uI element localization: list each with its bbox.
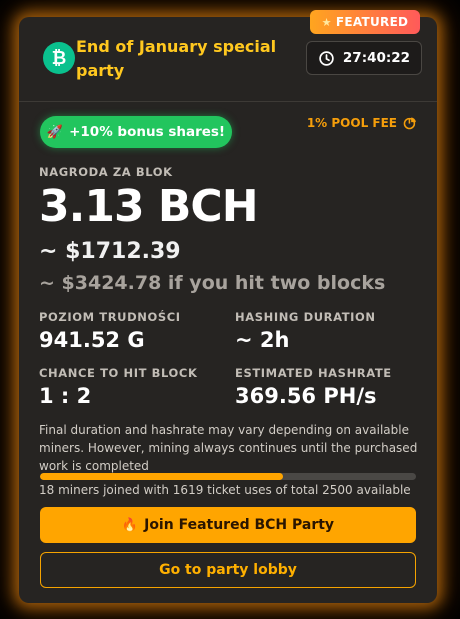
party-lobby-button[interactable]: Go to party lobby xyxy=(40,552,416,588)
star-icon: ★ xyxy=(321,15,332,29)
difficulty-value: 941.52 G xyxy=(39,328,145,352)
bonus-badge: 🚀 +10% bonus shares! xyxy=(40,116,232,148)
fire-icon: 🔥 xyxy=(121,517,139,533)
hashrate-label: ESTIMATED HASHRATE xyxy=(235,366,392,380)
duration-label: HASHING DURATION xyxy=(235,310,376,324)
timer-value: 27:40:22 xyxy=(342,50,411,66)
countdown-timer: 27:40:22 xyxy=(306,41,422,75)
pie-chart-icon xyxy=(403,117,416,130)
reward-label: NAGRODA ZA BLOK xyxy=(39,165,173,179)
chance-value: 1 : 2 xyxy=(39,384,92,408)
ticket-progress-bar xyxy=(40,473,416,480)
reward-usd: ~ $1712.39 xyxy=(39,239,181,264)
featured-label: FEATURED xyxy=(335,15,409,29)
clock-icon xyxy=(319,50,334,66)
ticket-progress-fill xyxy=(40,473,284,480)
coin-symbol: ₿ xyxy=(51,47,67,69)
pool-fee-label: 1% POOL FEE xyxy=(306,116,397,130)
miners-summary: 18 miners joined with 1619 ticket uses o… xyxy=(39,483,411,497)
duration-note: Final duration and hashrate may vary dep… xyxy=(39,423,418,473)
chance-label: CHANCE TO HIT BLOCK xyxy=(39,366,198,380)
hashrate-value: 369.56 PH/s xyxy=(235,384,377,408)
join-party-label: Join Featured BCH Party xyxy=(144,517,335,533)
pool-fee: 1% POOL FEE xyxy=(307,116,417,130)
featured-badge: ★ FEATURED xyxy=(310,10,420,34)
party-title: End of January special party xyxy=(76,37,277,80)
difficulty-label: POZIOM TRUDNOŚCI xyxy=(39,310,181,324)
reward-amount: 3.13 BCH xyxy=(39,181,259,232)
join-party-button[interactable]: 🔥 Join Featured BCH Party xyxy=(40,507,416,543)
reward-two-blocks-suffix: if you hit two blocks xyxy=(161,272,386,294)
bonus-label: +10% bonus shares! xyxy=(69,124,226,140)
party-card: ₿ End of January special party 27:40:22 … xyxy=(19,17,437,603)
rocket-icon: 🚀 xyxy=(46,124,64,140)
reward-two-blocks: ~ $3424.78 if you hit two blocks xyxy=(39,272,385,294)
bitcoin-cash-icon: ₿ xyxy=(43,42,75,74)
reward-two-blocks-value: ~ $3424.78 xyxy=(39,272,162,294)
duration-value: ~ 2h xyxy=(235,328,290,352)
